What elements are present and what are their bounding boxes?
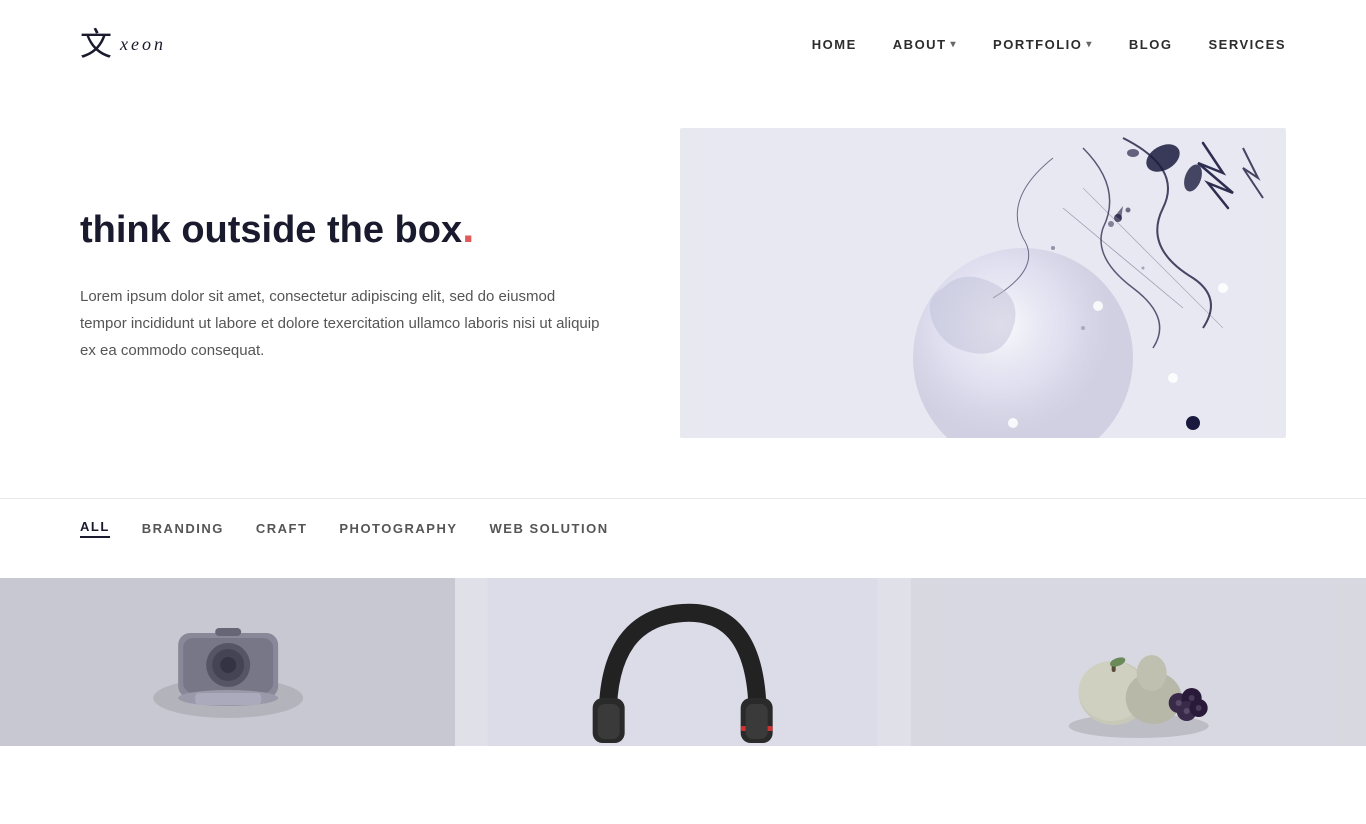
hero-image <box>680 128 1286 438</box>
filter-all[interactable]: ALL <box>80 519 110 538</box>
main-nav: HOME ABOUT ▾ PORTFOLIO ▾ BLOG SERVICES <box>812 37 1286 52</box>
hero-description: Lorem ipsum dolor sit amet, consectetur … <box>80 283 600 364</box>
filter-craft[interactable]: CRAFT <box>256 521 308 536</box>
logo[interactable]: 文 xeon <box>80 28 166 60</box>
hero-title: think outside the box. <box>80 202 600 255</box>
portfolio-item-1[interactable] <box>0 578 455 746</box>
filter-branding[interactable]: BRANDING <box>142 521 224 536</box>
filter-photography[interactable]: PHOTOGRAPHY <box>339 521 457 536</box>
filter-section: ALL BRANDING CRAFT PHOTOGRAPHY WEB SOLUT… <box>0 498 1366 578</box>
portfolio-grid <box>0 578 1366 746</box>
portfolio-caret: ▾ <box>1086 39 1093 50</box>
site-header: 文 xeon HOME ABOUT ▾ PORTFOLIO ▾ BLOG SER… <box>0 0 1366 88</box>
hero-text-block: think outside the box. Lorem ipsum dolor… <box>80 202 600 364</box>
speaker-image <box>0 578 455 746</box>
filter-web-solution[interactable]: WEB SOLUTION <box>490 521 609 536</box>
portfolio-item-2[interactable] <box>455 578 910 746</box>
portfolio-item-3[interactable] <box>911 578 1366 746</box>
nav-blog[interactable]: BLOG <box>1129 37 1173 52</box>
logo-text: xeon <box>120 34 166 55</box>
hero-section: think outside the box. Lorem ipsum dolor… <box>0 88 1366 498</box>
nav-about[interactable]: ABOUT ▾ <box>893 37 957 52</box>
nav-services[interactable]: SERVICES <box>1208 37 1286 52</box>
logo-symbol: 文 <box>80 28 112 60</box>
about-caret: ▾ <box>951 39 958 50</box>
hero-artwork <box>680 128 1286 438</box>
hero-dot: . <box>462 203 474 252</box>
nav-portfolio[interactable]: PORTFOLIO ▾ <box>993 37 1093 52</box>
headphones-image <box>455 578 910 746</box>
nav-home[interactable]: HOME <box>812 37 857 52</box>
fruits-image <box>911 578 1366 746</box>
